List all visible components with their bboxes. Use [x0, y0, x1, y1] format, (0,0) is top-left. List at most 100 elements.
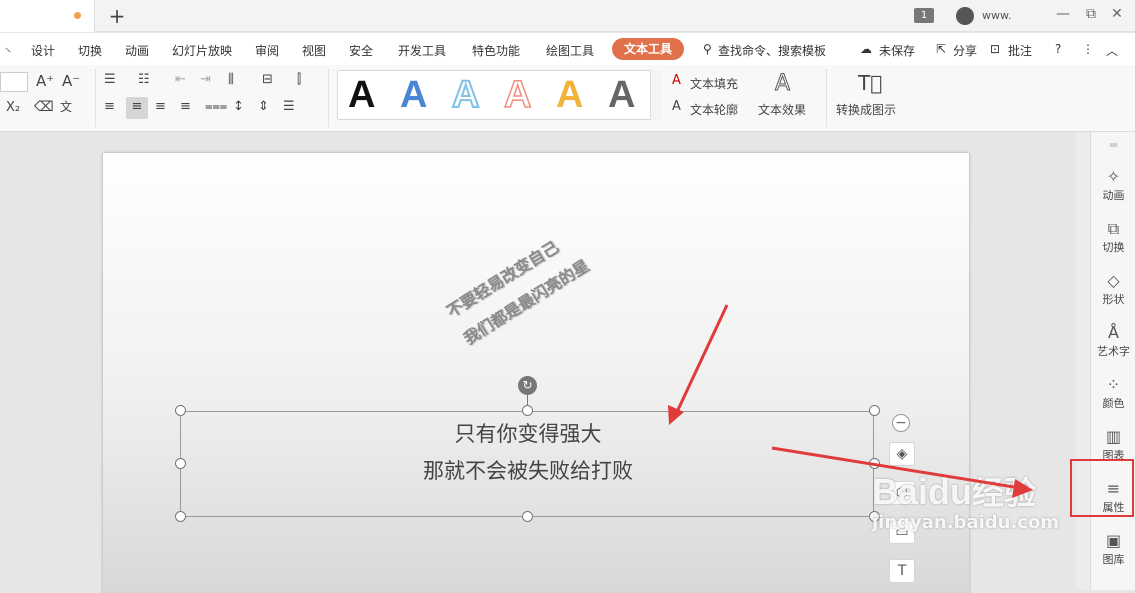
align-left-icon[interactable]: ≡: [104, 99, 115, 114]
unsaved-status[interactable]: 未保存: [879, 42, 915, 59]
wordart-style-4[interactable]: A: [503, 73, 532, 117]
watermark-brand-cn: 经验: [972, 474, 1037, 512]
menu-slideshow[interactable]: 幻灯片放映: [172, 42, 232, 59]
text-convert-icon[interactable]: T: [889, 559, 915, 583]
panel-animation[interactable]: ✧ 动画: [1091, 167, 1135, 203]
eraser-icon[interactable]: ⌫: [34, 99, 54, 115]
help-button[interactable]: ?: [1055, 42, 1061, 56]
convert-to-diagram-button[interactable]: 转换成图示: [836, 101, 896, 118]
wordart-icon: Å: [1108, 323, 1119, 342]
text-fill-icon: A: [672, 73, 681, 88]
distribute-icon[interactable]: ⩶: [205, 99, 227, 114]
panel-handle-icon: ═: [1109, 138, 1118, 152]
more-button[interactable]: ⋮: [1082, 42, 1094, 56]
watermark-url: jingyan.baidu.com: [872, 512, 1060, 533]
collapse-ribbon-button[interactable]: ︿: [1106, 42, 1118, 59]
document-tab[interactable]: [0, 0, 95, 32]
panel-label: 形状: [1102, 293, 1125, 306]
resize-handle-nw[interactable]: [175, 405, 186, 416]
wordart-style-2[interactable]: A: [400, 74, 427, 117]
minimize-button[interactable]: —: [1053, 6, 1073, 22]
menu-design[interactable]: 设计: [31, 42, 55, 59]
wordart-style-3[interactable]: A: [451, 73, 480, 117]
decrease-font-icon[interactable]: A⁻: [62, 72, 80, 90]
panel-transition[interactable]: ⧉ 切换: [1091, 219, 1135, 255]
gallery-scroll-button[interactable]: [650, 70, 662, 120]
text-direction-icon[interactable]: ⊟: [262, 72, 273, 87]
convert-to-diagram-icon: T⃞: [858, 71, 883, 95]
line-spacing-icon[interactable]: ↕: [233, 99, 244, 114]
wordart-style-1[interactable]: A: [348, 74, 375, 117]
vertical-scrollbar[interactable]: [1076, 132, 1090, 590]
wordart-style-gallery: A A A A A A: [337, 70, 662, 120]
transition-icon: ⧉: [1107, 219, 1120, 238]
text-fill-button[interactable]: 文本填充: [690, 75, 738, 92]
resize-handle-ne[interactable]: [869, 405, 880, 416]
bullets-icon[interactable]: ☰: [104, 72, 116, 87]
restore-button[interactable]: ⧉: [1081, 6, 1101, 22]
resize-handle-sw[interactable]: [175, 511, 186, 522]
paragraph-spacing-icon[interactable]: ⇕: [258, 99, 269, 114]
font-size-select[interactable]: [0, 72, 28, 92]
subscript-icon[interactable]: X₂: [6, 100, 20, 115]
search-icon[interactable]: ⚲: [703, 42, 712, 56]
justify-icon[interactable]: ≡: [180, 99, 191, 114]
align-text-icon[interactable]: ⫿: [297, 72, 301, 87]
menu-review[interactable]: 审阅: [255, 42, 279, 59]
panel-label: 颜色: [1102, 397, 1125, 410]
menu-special[interactable]: 特色功能: [472, 42, 520, 59]
share-button[interactable]: 分享: [953, 42, 977, 59]
panel-gallery[interactable]: ▣ 图库: [1091, 531, 1135, 567]
menu-animation[interactable]: 动画: [125, 42, 149, 59]
menu-bar: 丶 设计 切换 动画 幻灯片放映 审阅 视图 安全 开发工具 特色功能 绘图工具…: [0, 33, 1135, 65]
collapse-float-toolbar-button[interactable]: −: [892, 414, 910, 432]
increase-font-icon[interactable]: A⁺: [36, 72, 54, 90]
columns-icon[interactable]: ⫼: [228, 72, 234, 87]
rotate-handle-icon[interactable]: ↻: [518, 376, 537, 395]
panel-color[interactable]: ⁘ 颜色: [1091, 375, 1135, 411]
resize-handle-w[interactable]: [175, 458, 186, 469]
panel-shape[interactable]: ◇ 形状: [1091, 271, 1135, 307]
wordart-style-6[interactable]: A: [608, 74, 635, 117]
numbering-icon[interactable]: ☷: [138, 72, 150, 87]
menu-developer[interactable]: 开发工具: [398, 42, 446, 59]
user-name[interactable]: www.: [982, 9, 1011, 22]
menu-view[interactable]: 视图: [302, 42, 326, 59]
align-right-icon[interactable]: ≡: [155, 99, 166, 114]
command-search[interactable]: 查找命令、搜索模板: [718, 42, 826, 59]
page-count-badge: 1: [914, 8, 934, 23]
new-tab-button[interactable]: +: [107, 4, 127, 28]
title-bar: + 1 www. — ⧉ ✕: [0, 0, 1135, 32]
menu-transition[interactable]: 切换: [78, 42, 102, 59]
close-button[interactable]: ✕: [1107, 6, 1127, 22]
text-outline-icon: A: [672, 99, 681, 114]
right-side-panel: ═ ✧ 动画 ⧉ 切换 ◇ 形状 Å 艺术字 ⁘ 颜色 ▥ 图表 ≡ 属性 ▣ …: [1090, 132, 1135, 590]
slide[interactable]: [103, 153, 969, 593]
paragraph-settings-icon[interactable]: ☰: [283, 99, 295, 114]
panel-chart[interactable]: ▥ 图表: [1091, 427, 1135, 463]
increase-indent-icon[interactable]: ⇥: [200, 72, 211, 87]
menu-drawing-tools[interactable]: 绘图工具: [546, 42, 594, 59]
panel-label: 艺术字: [1097, 345, 1130, 358]
menu-security[interactable]: 安全: [349, 42, 373, 59]
text-outline-button[interactable]: 文本轮廓: [690, 101, 738, 118]
resize-handle-s[interactable]: [522, 511, 533, 522]
layers-icon[interactable]: ◈: [889, 442, 915, 466]
text-effects-icon: A: [774, 71, 791, 97]
decrease-indent-icon[interactable]: ⇤: [175, 72, 186, 87]
avatar[interactable]: [956, 7, 974, 25]
text-line-2: 那就不会被失败给打败: [423, 459, 633, 483]
color-icon: ⁘: [1106, 375, 1121, 394]
wordart-style-5[interactable]: A: [556, 74, 583, 117]
resize-handle-n[interactable]: [522, 405, 533, 416]
panel-wordart[interactable]: Å 艺术字: [1091, 323, 1135, 359]
comment-button[interactable]: 批注: [1008, 42, 1032, 59]
menu-text-tools[interactable]: 文本工具: [612, 38, 684, 60]
baidu-watermark: Baidu经验 jingyan.baidu.com: [872, 468, 1059, 533]
text-effects-button[interactable]: 文本效果: [758, 101, 806, 118]
phonetic-guide-icon[interactable]: 文: [60, 98, 72, 115]
menu-overflow-icon[interactable]: 丶: [2, 42, 14, 59]
watermark-brand: Baidu: [872, 471, 973, 512]
align-center-icon[interactable]: ≡: [126, 97, 148, 119]
text-box[interactable]: 只有你变得强大 那就不会被失败给打败: [180, 411, 874, 517]
